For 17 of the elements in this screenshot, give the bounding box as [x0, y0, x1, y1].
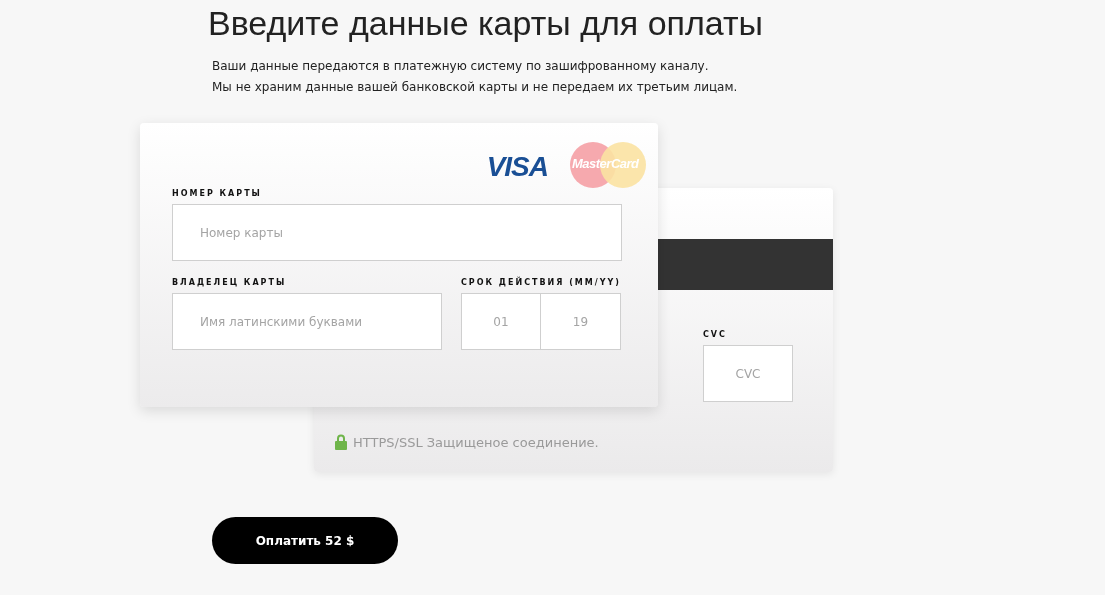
cardholder-field[interactable]: Имя латинскими буквами: [172, 293, 442, 350]
year-field[interactable]: 19: [541, 293, 621, 350]
info-text: Мы не храним данные вашей банковской карты и не передаем их третьим лицам.: [212, 79, 739, 96]
month-field[interactable]: 01: [461, 293, 541, 350]
field-label: CVC: [703, 330, 728, 339]
lock-icon: [335, 434, 347, 450]
mastercard-logo: MasterCard: [570, 142, 646, 188]
field-label: ВЛАДЕЛЕЦ КАРТЫ: [172, 278, 288, 287]
card-number-field[interactable]: Номер карты: [172, 204, 622, 261]
field-label: СРОК ДЕЙСТВИЯ (MM/YY): [461, 278, 621, 287]
field-label: НОМЕР КАРТЫ: [172, 189, 263, 198]
cvc-field[interactable]: CVC: [703, 345, 793, 402]
page-title: Введите данные карты для оплаты: [207, 3, 764, 42]
info-text: Ваши данные передаются в платежную систему по зашифрованному каналу.: [212, 58, 710, 75]
visa-logo: VISA: [486, 149, 548, 183]
pay-button[interactable]: Оплатить 52 $: [212, 517, 398, 564]
secure-connection-text: HTTPS/SSL Защищеное соединение.: [353, 434, 599, 450]
